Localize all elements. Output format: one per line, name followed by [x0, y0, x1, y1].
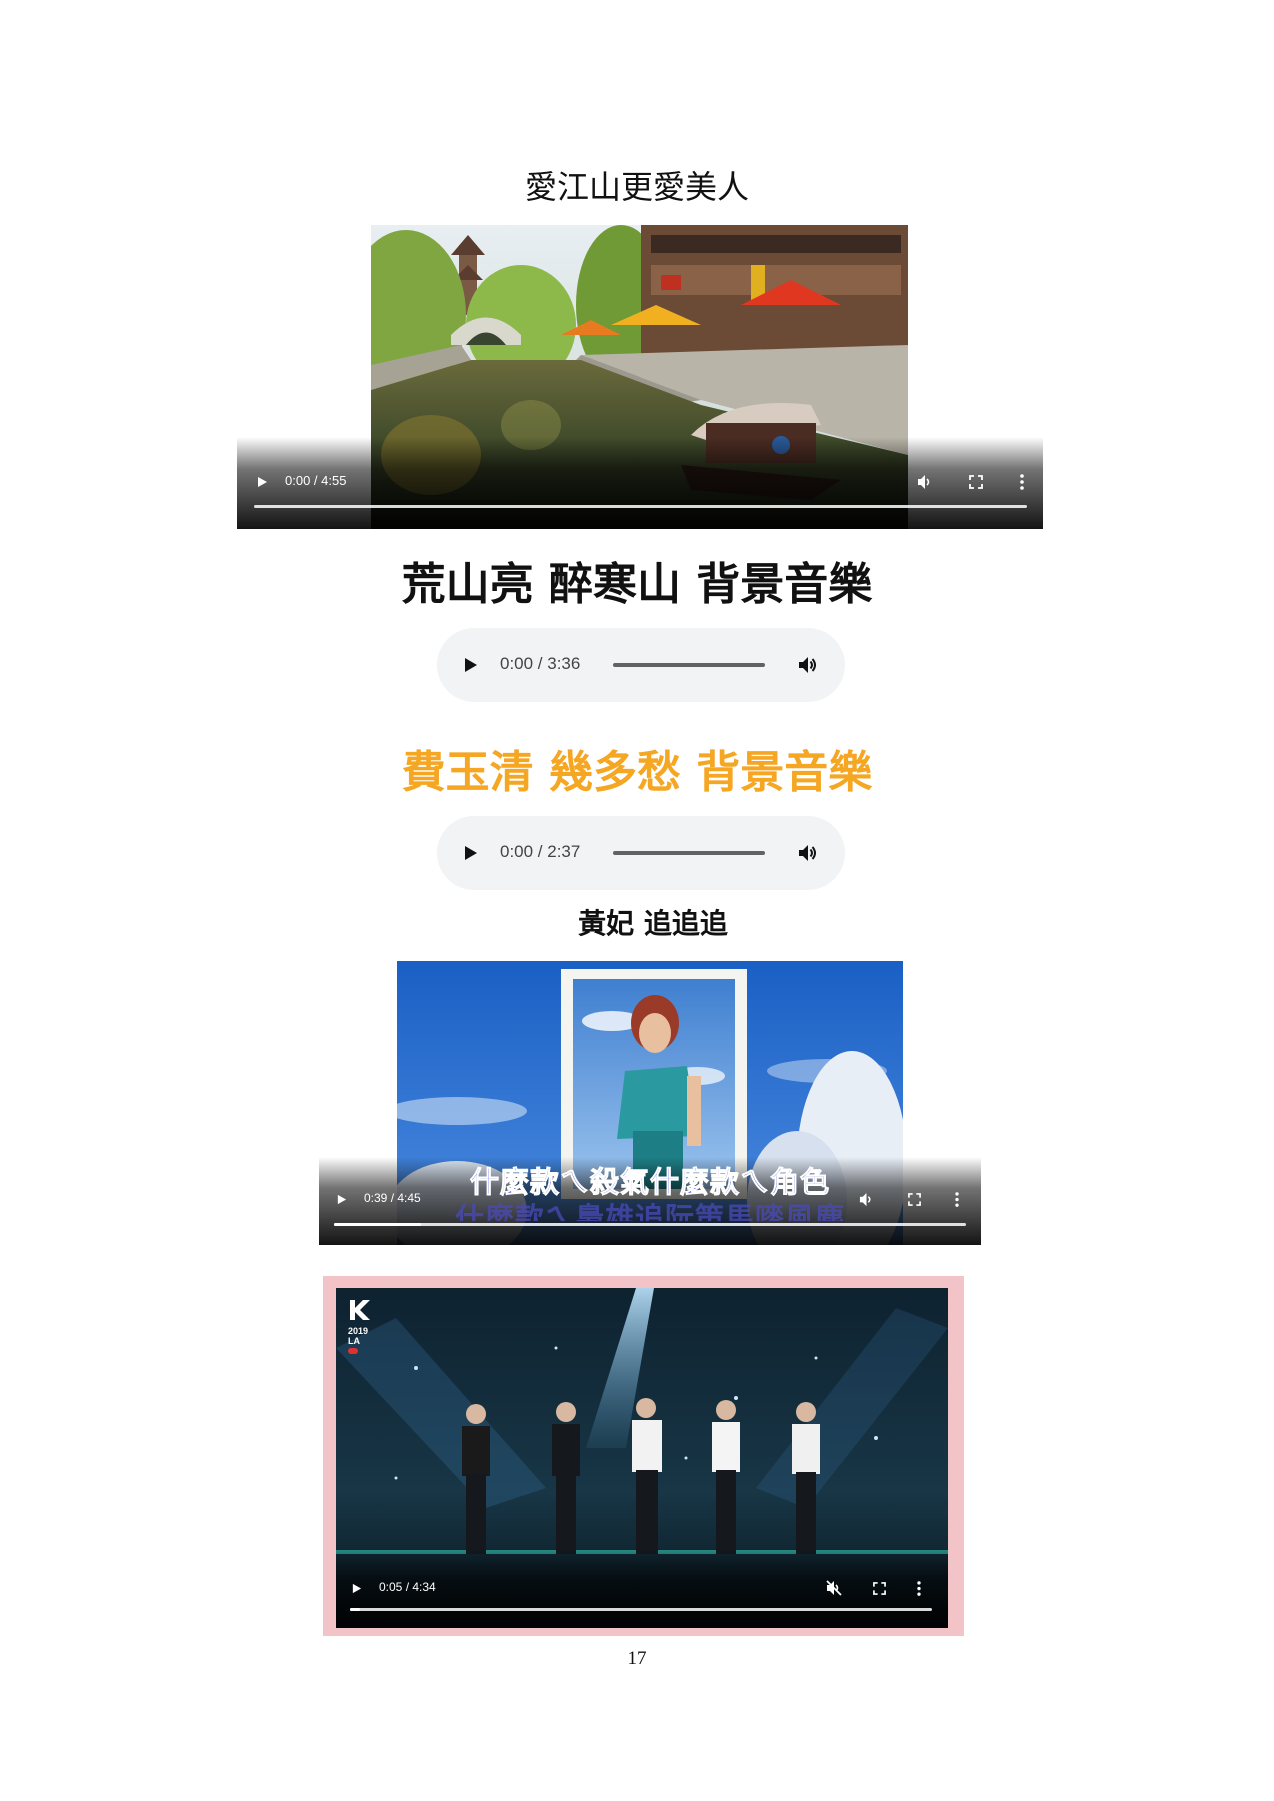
volume-button[interactable]: [795, 841, 821, 865]
broadcast-logo: 2019 LA: [348, 1298, 388, 1358]
video-controls: 0:00 / 4:55: [237, 437, 1043, 529]
more-options-button[interactable]: [910, 1577, 928, 1599]
mute-button[interactable]: [855, 1188, 877, 1210]
play-icon: [465, 658, 477, 672]
volume-icon: [918, 475, 930, 489]
play-icon: [337, 1194, 346, 1204]
play-button[interactable]: [346, 1578, 366, 1598]
audio-time: 0:00 / 3:36: [500, 654, 581, 673]
song-title-3: 費玉清 幾多愁 背景音樂: [401, 747, 873, 798]
video-player-1[interactable]: 0:00 / 4:55: [237, 225, 1043, 529]
unmute-button[interactable]: [823, 1577, 845, 1599]
more-options-icon: [955, 1191, 959, 1207]
volume-muted-icon: [826, 1580, 842, 1596]
fullscreen-button[interactable]: [903, 1188, 925, 1210]
more-options-icon: [917, 1580, 921, 1596]
play-button[interactable]: [251, 471, 273, 493]
volume-icon: [799, 845, 816, 861]
fullscreen-icon: [872, 1581, 886, 1595]
fullscreen-icon: [969, 475, 983, 489]
video-progress-track[interactable]: [334, 1223, 966, 1226]
logo-red-mark: [348, 1348, 358, 1354]
volume-button[interactable]: [795, 653, 821, 677]
audio-progress-track[interactable]: [613, 663, 765, 667]
play-icon: [352, 1583, 361, 1593]
video-progress-fill: [350, 1608, 361, 1611]
fullscreen-button[interactable]: [964, 470, 988, 494]
more-options-button[interactable]: [1012, 470, 1032, 494]
logo-location: LA: [348, 1336, 360, 1346]
video-progress-fill: [334, 1223, 421, 1226]
more-options-button[interactable]: [948, 1188, 966, 1210]
audio-player-2[interactable]: 0:00 / 2:37: [437, 816, 845, 890]
audio-time: 0:00 / 2:37: [500, 842, 581, 861]
fullscreen-button[interactable]: [868, 1577, 890, 1599]
volume-icon: [799, 657, 816, 673]
video-time: 0:39 / 4:45: [364, 1191, 421, 1205]
play-button[interactable]: [331, 1189, 351, 1209]
audio-progress-track[interactable]: [613, 851, 765, 855]
video-time: 0:05 / 4:34: [379, 1580, 436, 1594]
video-progress-track[interactable]: [254, 505, 1027, 508]
k-logo-icon: [350, 1300, 370, 1320]
video-time: 0:00 / 4:55: [285, 473, 347, 488]
volume-icon: [859, 1192, 871, 1206]
play-button[interactable]: [459, 653, 483, 677]
page-number: 17: [627, 1648, 647, 1669]
play-icon: [258, 477, 267, 487]
video-progress-track[interactable]: [350, 1608, 932, 1611]
song-title-1: 愛江山更愛美人: [524, 168, 749, 206]
fullscreen-icon: [907, 1192, 921, 1206]
play-icon: [465, 846, 477, 860]
song-title-4: 黃妃 追追追: [578, 907, 728, 940]
audio-player-1[interactable]: 0:00 / 3:36: [437, 628, 845, 702]
song-title-2: 荒山亮 醉寒山 背景音樂: [401, 559, 873, 610]
video-player-3[interactable]: 2019 LA 0:05 / 4:34: [336, 1288, 948, 1628]
logo-year: 2019: [348, 1326, 369, 1336]
more-options-icon: [1020, 474, 1024, 490]
play-button[interactable]: [459, 841, 483, 865]
video-player-2[interactable]: 什麼款ㄟ殺氣什麼款ㄟ角色 什麼款ㄟ梟雄追阮策馬嘜風塵 0:39 / 4:45: [319, 961, 981, 1245]
mute-button[interactable]: [913, 470, 937, 494]
